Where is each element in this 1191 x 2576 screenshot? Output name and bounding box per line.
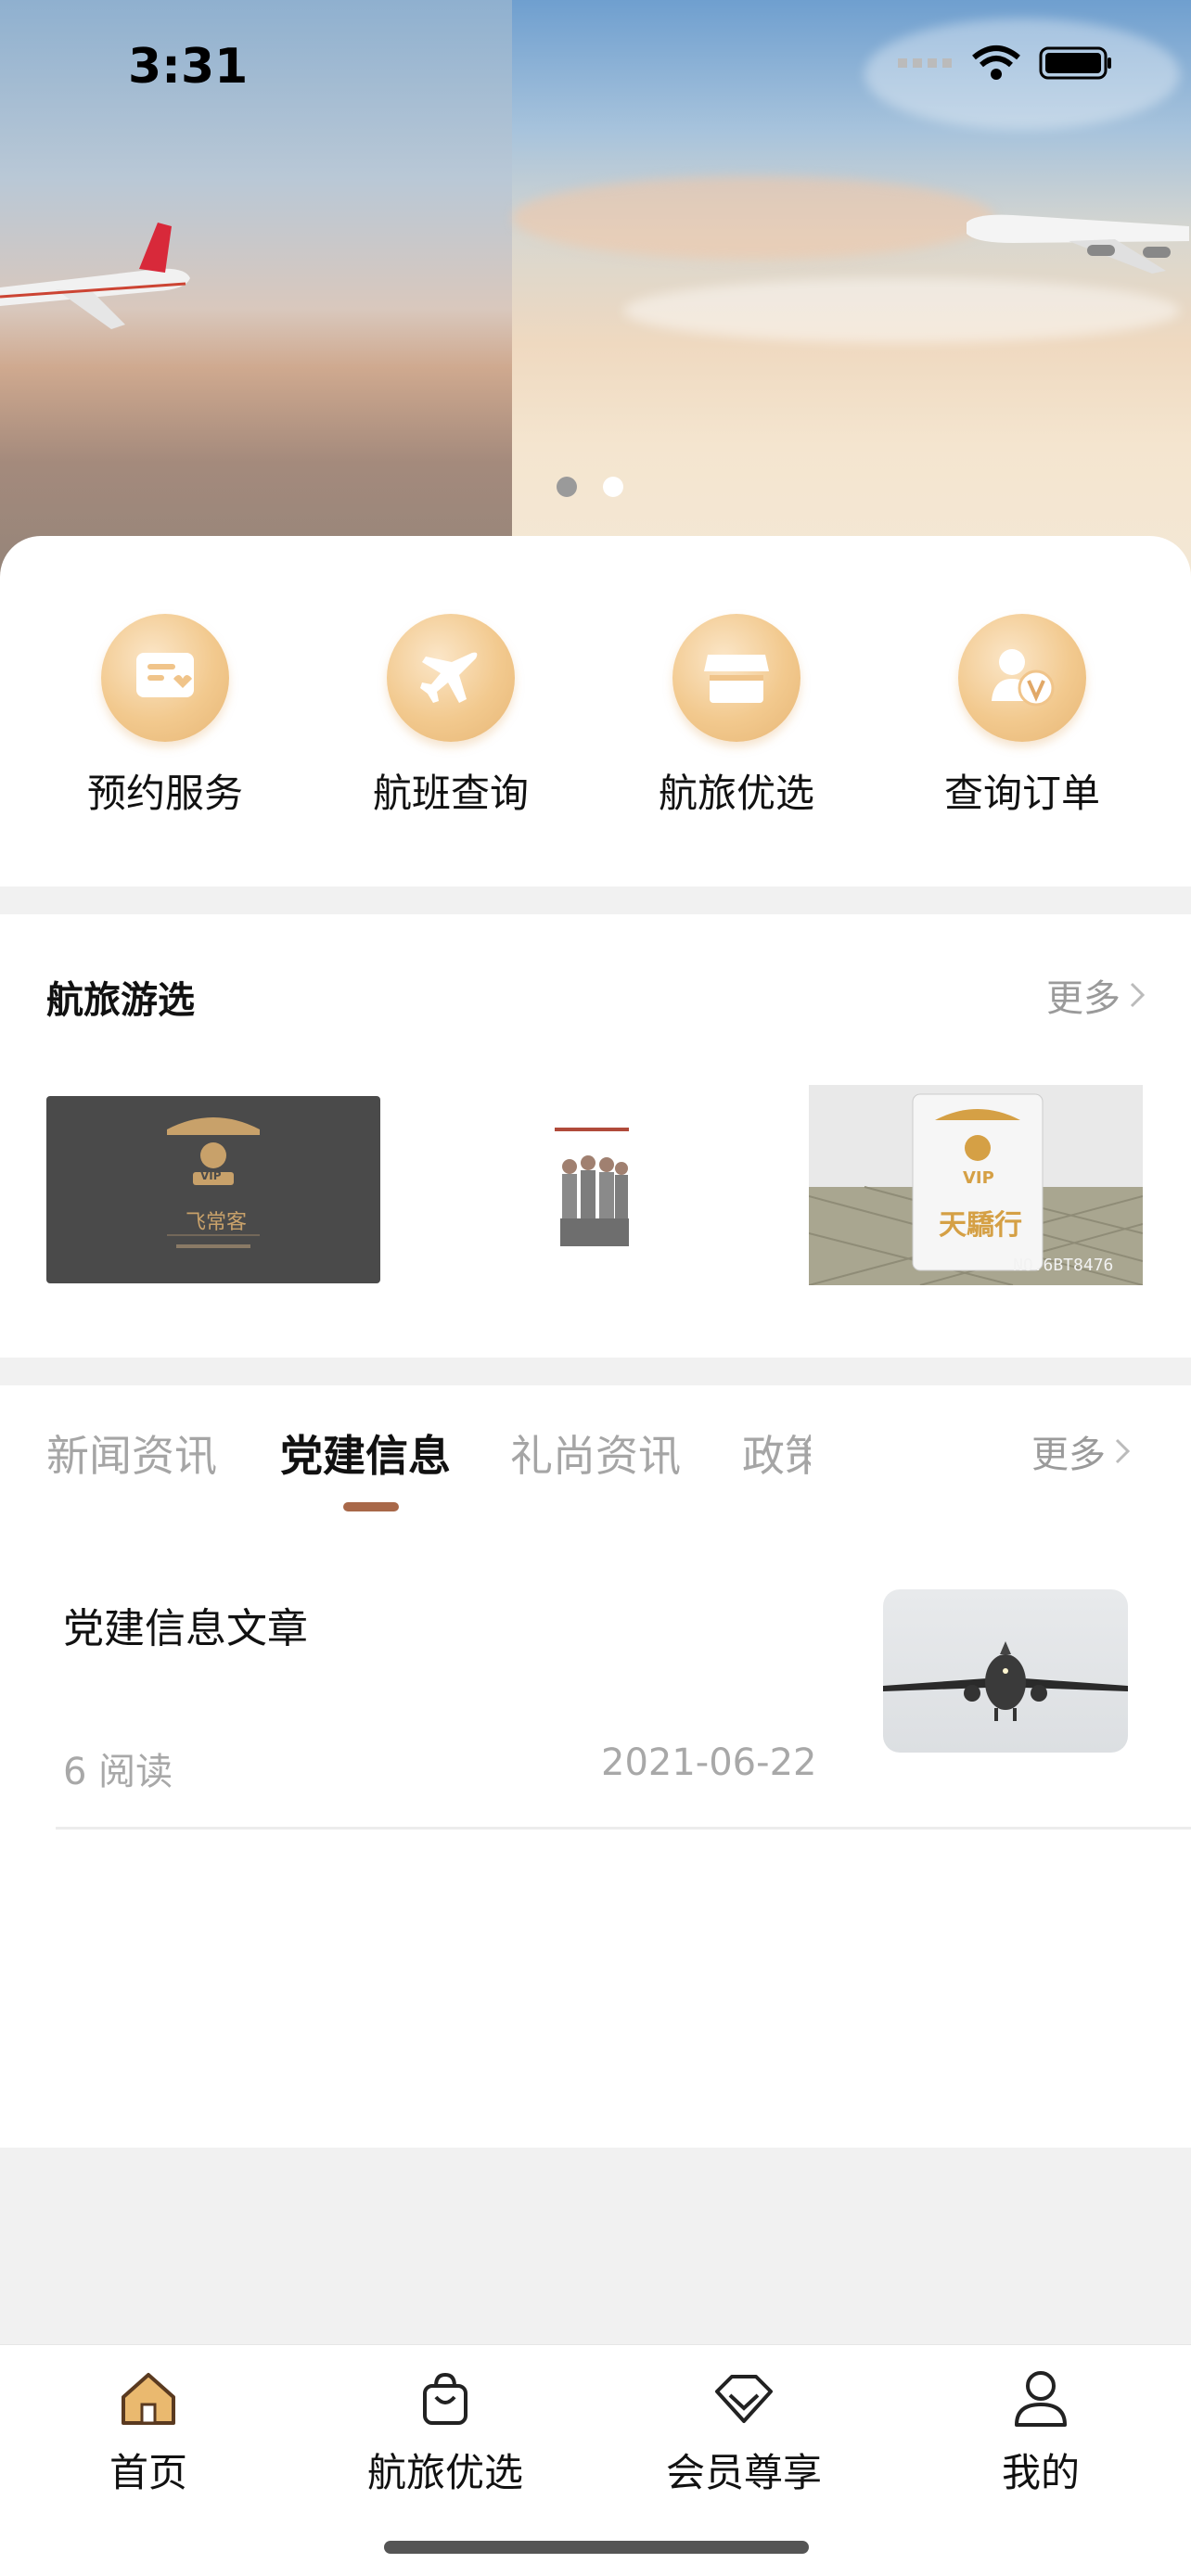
quick-action-label: 航旅优选 bbox=[658, 771, 814, 816]
airplane-icon bbox=[387, 614, 515, 742]
news-more-link[interactable]: 更多 bbox=[1031, 1424, 1132, 1478]
card-caption: 飞常客 bbox=[186, 1211, 248, 1234]
wifi-icon bbox=[972, 45, 1020, 80]
quick-action-flight-search[interactable]: 航班查询 bbox=[339, 614, 562, 819]
article-title: 党建信息文章 bbox=[63, 1605, 308, 1652]
quick-action-order-search[interactable]: 查询订单 bbox=[911, 614, 1133, 819]
travel-card-vip-dark[interactable]: VIP 飞常客 bbox=[46, 1096, 380, 1283]
chevron-right-icon bbox=[1130, 982, 1146, 1008]
more-label: 更多 bbox=[1046, 977, 1121, 1020]
article-divider bbox=[56, 1827, 1191, 1830]
tab-gift-info[interactable]: 礼尚资讯 bbox=[510, 1422, 681, 1484]
tab-label: 首页 bbox=[109, 2450, 187, 2495]
card-caption: 天驕行 bbox=[939, 1209, 1022, 1242]
banner-dot-1[interactable] bbox=[557, 477, 577, 497]
tab-party-info[interactable]: 党建信息 bbox=[280, 1422, 451, 1484]
status-icons bbox=[898, 45, 1113, 82]
shopping-bag-icon bbox=[334, 2364, 557, 2434]
tab-label: 航旅优选 bbox=[366, 2450, 523, 2495]
store-icon bbox=[672, 614, 800, 742]
card-badge: VIP bbox=[200, 1169, 222, 1182]
home-indicator bbox=[384, 2541, 809, 2554]
tab-policy[interactable]: 政策 bbox=[742, 1422, 811, 1484]
profile-icon bbox=[929, 2364, 1152, 2434]
cellular-signal-icon bbox=[898, 58, 952, 68]
travel-card-vip-tianjiaoxing[interactable]: VIP 天驕行 NO.6BT8476 bbox=[809, 1085, 1143, 1285]
plane-image-2 bbox=[967, 214, 1189, 274]
quick-actions-panel: 预约服务 航班查询 航旅优选 查询订单 bbox=[0, 536, 1191, 886]
reservation-icon bbox=[101, 614, 229, 742]
card-badge: VIP bbox=[963, 1168, 994, 1188]
travel-card-crew-poster[interactable] bbox=[542, 1107, 644, 1265]
banner-slide-right bbox=[512, 0, 1191, 593]
vip-emblem-icon bbox=[167, 1117, 260, 1248]
section-title: 航旅游选 bbox=[46, 979, 195, 1022]
travel-selection-section: 航旅游选 更多 VIP 飞常客 VIP 天驕行 NO.6BT8476 bbox=[0, 914, 1191, 1358]
plane-image bbox=[0, 223, 190, 329]
status-time: 3:31 bbox=[128, 39, 249, 95]
diamond-icon bbox=[633, 2364, 855, 2434]
tab-member[interactable]: 会员尊享 bbox=[633, 2364, 855, 2498]
home-icon bbox=[37, 2364, 260, 2434]
tab-profile[interactable]: 我的 bbox=[929, 2364, 1152, 2498]
crew-photo-image bbox=[555, 1128, 629, 1246]
article-date: 2021-06-22 bbox=[601, 1741, 817, 1784]
card-code: NO.6BT8476 bbox=[1013, 1256, 1114, 1275]
tab-label: 我的 bbox=[1001, 2450, 1080, 2495]
banner-pagination[interactable] bbox=[557, 477, 623, 497]
tab-home[interactable]: 首页 bbox=[37, 2364, 260, 2498]
banner-dot-2[interactable] bbox=[603, 477, 623, 497]
quick-action-reservation[interactable]: 预约服务 bbox=[54, 614, 276, 819]
tab-news[interactable]: 新闻资讯 bbox=[46, 1422, 217, 1484]
article-read-count: 6 阅读 bbox=[63, 1751, 173, 1793]
tab-travel-select[interactable]: 航旅优选 bbox=[334, 2364, 557, 2498]
article-thumbnail bbox=[883, 1589, 1128, 1753]
chevron-right-icon bbox=[1115, 1438, 1131, 1464]
active-tab-indicator bbox=[343, 1502, 399, 1511]
airplane-photo bbox=[883, 1641, 1128, 1721]
tab-label: 会员尊享 bbox=[665, 2450, 822, 2495]
quick-action-label: 预约服务 bbox=[86, 771, 243, 816]
quick-action-travel-select[interactable]: 航旅优选 bbox=[625, 614, 848, 819]
app-root: { "status_bar": {"time": "3:31"}, "banne… bbox=[0, 0, 1191, 2576]
vip-user-icon bbox=[958, 614, 1086, 742]
battery-icon bbox=[1039, 46, 1111, 80]
news-section: 新闻资讯 党建信息 礼尚资讯 政策 更多 党建信息文章 6 阅读 2021-06… bbox=[0, 1385, 1191, 2148]
banner-slide-left bbox=[0, 0, 512, 593]
quick-action-label: 查询订单 bbox=[943, 771, 1100, 816]
quick-action-label: 航班查询 bbox=[372, 771, 529, 816]
travel-more-link[interactable]: 更多 bbox=[1046, 968, 1146, 1022]
more-label: 更多 bbox=[1031, 1434, 1106, 1476]
